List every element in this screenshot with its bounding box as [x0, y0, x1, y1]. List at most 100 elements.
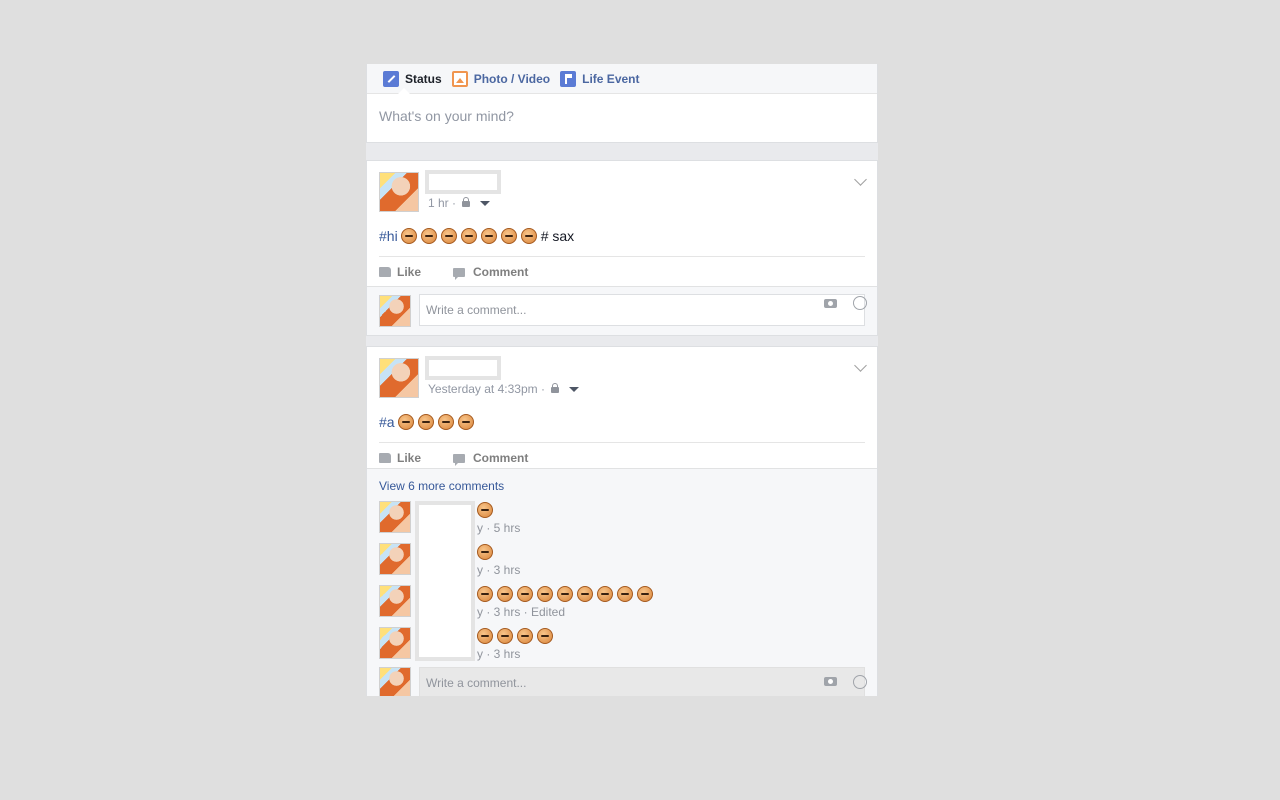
emoji-icon: [480, 228, 497, 244]
comment-meta: y · 5 hrs: [477, 521, 521, 535]
emoji-picker-icon[interactable]: [853, 675, 867, 689]
post-timestamp[interactable]: Yesterday at 4:33pm ·: [428, 382, 545, 396]
comment-meta: y · 3 hrs · Edited: [477, 605, 566, 619]
post-text: #hi # sax: [367, 215, 877, 248]
comment-icon: [453, 267, 466, 280]
pencil-icon: [383, 70, 399, 87]
emoji-icon: [637, 586, 653, 602]
post-header: 1 hr ·: [367, 161, 877, 215]
emoji-icon: [477, 544, 493, 560]
emoji-icon: [397, 414, 414, 430]
photo-icon: [451, 70, 468, 87]
thumbs-up-icon: [379, 453, 391, 463]
emoji-icon: [437, 414, 454, 430]
avatar[interactable]: [379, 295, 411, 327]
emoji-icon: [537, 628, 553, 644]
comment-area: View 6 more comments y · 5 hrs y · 3 hrs: [367, 468, 877, 696]
comment-item: y · 3 hrs: [367, 627, 877, 667]
comment-item: y · 3 hrs · Edited: [367, 585, 877, 625]
emoji-icon: [460, 228, 477, 244]
post-timestamp[interactable]: 1 hr ·: [428, 196, 456, 210]
emoji-icon: [517, 586, 533, 602]
avatar[interactable]: [379, 172, 419, 212]
emoji-icon: [497, 586, 513, 602]
emoji-group: [477, 627, 557, 645]
like-button[interactable]: Like: [379, 265, 421, 279]
comment-item: y · 3 hrs: [367, 543, 877, 583]
emoji-icon: [477, 628, 493, 644]
post-meta: 1 hr ·: [428, 196, 491, 210]
news-feed: Status Photo / Video Life Event What's o…: [366, 64, 878, 696]
status-input[interactable]: What's on your mind?: [367, 94, 877, 138]
status-composer: Status Photo / Video Life Event What's o…: [366, 64, 878, 143]
hashtag-link[interactable]: #hi: [379, 228, 398, 244]
emoji-picker-icon[interactable]: [853, 296, 867, 310]
emoji-icon: [420, 228, 437, 244]
post-meta: Yesterday at 4:33pm ·: [428, 382, 579, 396]
avatar[interactable]: [379, 667, 411, 696]
composer-tabs: Status Photo / Video Life Event: [367, 64, 877, 94]
emoji-icon: [457, 414, 474, 430]
like-button[interactable]: Like: [379, 451, 421, 465]
comment-button[interactable]: Comment: [453, 451, 529, 466]
comment-meta: y · 3 hrs: [477, 563, 521, 577]
comment-item: y · 5 hrs: [367, 501, 877, 541]
avatar[interactable]: [379, 585, 411, 617]
camera-icon[interactable]: [824, 299, 837, 308]
emoji-icon: [497, 628, 513, 644]
avatar[interactable]: [379, 543, 411, 575]
comment-body: y · 3 hrs: [477, 543, 520, 577]
view-more-comments-link[interactable]: View 6 more comments: [379, 479, 504, 493]
avatar[interactable]: [379, 501, 411, 533]
emoji-icon: [617, 586, 633, 602]
emoji-icon: [440, 228, 457, 244]
emoji-icon: [517, 628, 533, 644]
avatar[interactable]: [379, 358, 419, 398]
comment-body: y · 5 hrs: [477, 501, 520, 535]
lock-icon: [550, 383, 559, 393]
emoji-group: [400, 228, 541, 244]
tab-life-event-label: Life Event: [582, 71, 640, 86]
comment-body: y · 3 hrs: [477, 627, 557, 661]
emoji-group: [397, 414, 478, 430]
avatar[interactable]: [379, 627, 411, 659]
privacy-dropdown-icon[interactable]: [568, 386, 579, 392]
tab-life-event[interactable]: Life Event: [560, 70, 640, 87]
post-options-chevron-icon[interactable]: [854, 359, 867, 372]
post-text-tail: # sax: [540, 228, 575, 244]
emoji-icon: [537, 586, 553, 602]
comment-button[interactable]: Comment: [453, 265, 529, 280]
author-name-redacted[interactable]: [425, 170, 501, 194]
hashtag-link[interactable]: #a: [379, 414, 395, 430]
comment-input[interactable]: Write a comment...: [419, 667, 865, 696]
comment-body: y · 3 hrs · Edited: [477, 585, 657, 619]
flag-icon: [560, 70, 577, 87]
camera-icon[interactable]: [824, 677, 837, 686]
emoji-icon: [417, 414, 434, 430]
comment-label: Comment: [473, 265, 529, 279]
tab-status[interactable]: Status: [383, 70, 442, 87]
thumbs-up-icon: [379, 267, 391, 277]
emoji-group: [477, 543, 520, 561]
post-card: 1 hr · #hi # sax Like Comment Write a co…: [366, 160, 878, 336]
comment-icon: [453, 453, 466, 466]
post-header: Yesterday at 4:33pm ·: [367, 347, 877, 401]
comment-label: Comment: [473, 451, 529, 465]
author-name-redacted[interactable]: [425, 356, 501, 380]
emoji-icon: [520, 228, 537, 244]
emoji-icon: [500, 228, 517, 244]
comment-input[interactable]: Write a comment...: [419, 294, 865, 326]
tab-photo-video-label: Photo / Video: [473, 71, 551, 86]
post-options-chevron-icon[interactable]: [854, 173, 867, 186]
tab-status-label: Status: [405, 71, 442, 86]
write-comment-row: Write a comment...: [367, 667, 877, 696]
emoji-icon: [597, 586, 613, 602]
emoji-icon: [557, 586, 573, 602]
write-comment-row: Write a comment...: [367, 287, 877, 327]
active-tab-caret: [398, 88, 410, 94]
privacy-dropdown-icon[interactable]: [480, 200, 491, 206]
emoji-icon: [477, 502, 493, 518]
emoji-group: [477, 501, 520, 519]
emoji-icon: [577, 586, 593, 602]
tab-photo-video[interactable]: Photo / Video: [451, 70, 551, 87]
